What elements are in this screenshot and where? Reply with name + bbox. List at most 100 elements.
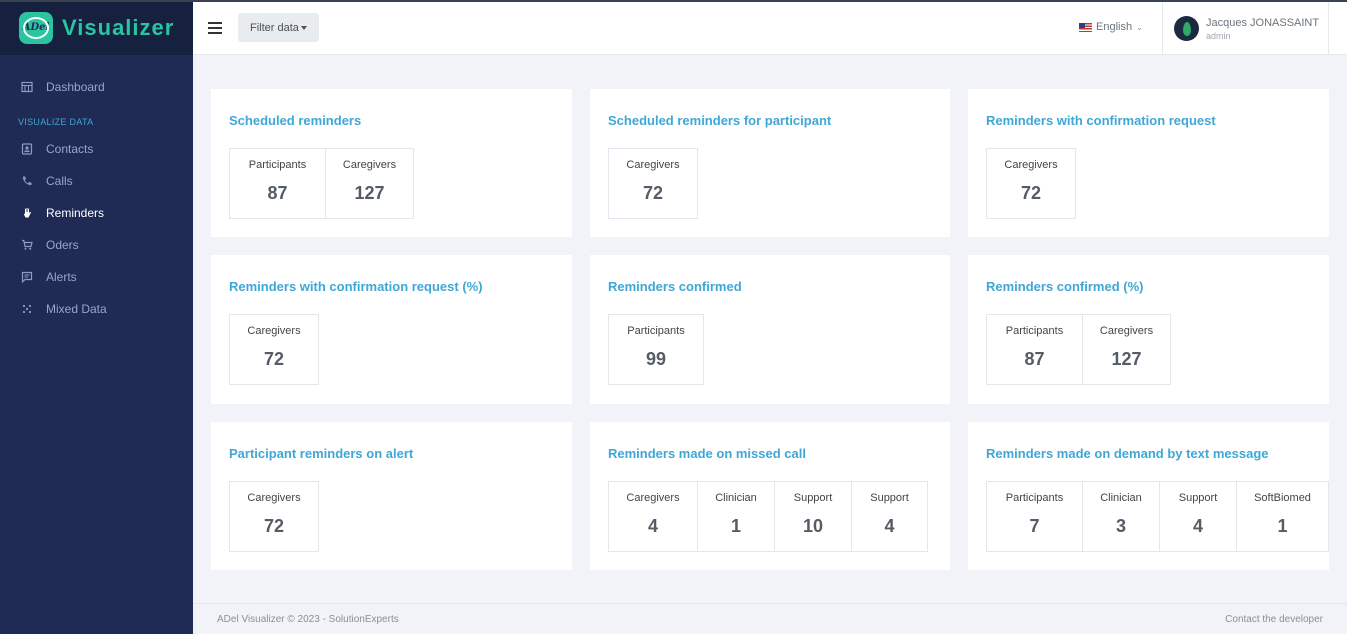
card-reminders-confirmation-request-percent: Reminders with confirmation request (%) … [211,255,572,404]
stat-value: 72 [263,349,285,369]
contact-developer-link[interactable]: Contact the developer [1225,614,1323,625]
stat-label: Caregivers [626,492,680,504]
card-title: Reminders with confirmation request (%) [229,279,483,294]
sidebar-item-mixed-data[interactable]: Mixed Data [0,293,193,325]
sidebar-item-label: Calls [46,174,73,188]
stat-label: Caregivers [626,159,680,171]
stat-cell: Caregivers 72 [609,149,697,218]
app-name: Visualizer [62,14,175,40]
stat-value: 72 [1020,183,1042,203]
stats-group: Caregivers 4 Clinician 1 Support 10 Support… [608,481,928,552]
stats-group: Participants 7 Clinician 3 Support 4 SoftBi… [986,481,1329,552]
language-label: English [1096,21,1133,33]
sidebar-item-calls[interactable]: Calls [0,165,193,197]
card-title: Participant reminders on alert [229,446,414,461]
footer-copyright: ADel Visualizer © 2023 - SolutionExperts [217,614,399,625]
card-reminders-missed-call: Reminders made on missed call Caregivers… [590,422,950,570]
sidebar-section-title: VISUALIZE DATA [18,117,94,127]
language-selector[interactable]: English ⌄ [1079,21,1143,33]
card-title: Reminders made on demand by text message [986,446,1269,461]
hand-icon [21,207,33,219]
sidebar-item-label: Contacts [46,142,94,156]
card-title: Reminders made on missed call [608,446,806,461]
stats-group: Caregivers 72 [986,148,1076,219]
stat-value: 4 [1192,516,1203,536]
stat-cell: Clinician 3 [1082,482,1159,551]
stat-cell: Participants 87 [230,149,325,218]
card-title: Scheduled reminders for participant [608,113,832,128]
cart-icon [21,239,33,251]
stats-group: Participants 99 [608,314,704,385]
app-logo: ADel [19,11,53,44]
card-reminders-text-message: Reminders made on demand by text message… [968,422,1329,570]
us-flag-icon [1079,22,1092,32]
stat-value: 99 [645,349,667,369]
stat-label: Clinician [1100,492,1142,504]
stats-group: Caregivers 72 [229,481,319,552]
card-title: Reminders with confirmation request [986,113,1216,128]
stat-label: Caregivers [247,325,301,337]
caret-down-icon [300,25,307,30]
stat-value: 87 [267,183,288,203]
sidebar-item-oders[interactable]: Oders [0,229,193,261]
avatar [1174,16,1199,41]
stat-cell: Caregivers 4 [609,482,697,551]
filter-data-button[interactable]: Filter data [238,13,319,42]
card-reminders-confirmation-request: Reminders with confirmation request Care… [968,89,1329,237]
user-menu[interactable]: Jacques JONASSAINT admin [1162,2,1329,55]
stat-cell: Support 4 [1159,482,1236,551]
stat-label: Caregivers [1004,159,1058,171]
stat-value: 127 [1111,349,1142,369]
sidebar-item-label: Mixed Data [46,302,107,316]
stat-cell: Caregivers 72 [230,315,318,384]
stat-cell: SoftBiomed 1 [1236,482,1328,551]
stat-cell: Caregivers 72 [987,149,1075,218]
stats-group: Participants 87 Caregivers 127 [986,314,1171,385]
user-name: Jacques JONASSAINT [1206,16,1320,29]
stats-group: Participants 87 Caregivers 127 [229,148,414,219]
stat-value: 10 [802,516,824,536]
stat-label: Participants [1005,325,1064,337]
sidebar: ADel Visualizer Dashboard VISUALIZE DATA… [0,0,193,634]
sidebar-item-reminders[interactable]: Reminders [0,197,193,229]
stat-cell: Caregivers 127 [325,149,413,218]
stat-value: 87 [1024,349,1045,369]
sidebar-item-dashboard[interactable]: Dashboard [0,71,193,103]
contacts-icon [21,143,33,155]
card-scheduled-reminders-participant: Scheduled reminders for participant Care… [590,89,950,237]
stat-label: Support [870,492,909,504]
menu-toggle-icon[interactable] [208,22,222,34]
dashboard-icon [21,81,33,93]
brand[interactable]: ADel Visualizer [0,0,193,55]
card-scheduled-reminders: Scheduled reminders Participants 87 Careg… [211,89,572,237]
stat-cell: Clinician 1 [697,482,774,551]
sidebar-item-contacts[interactable]: Contacts [0,133,193,165]
stat-value: 4 [647,516,658,536]
stat-label: Participants [1005,492,1064,504]
stat-cell: Participants 87 [987,315,1082,384]
stat-label: Caregivers [342,159,397,171]
sidebar-item-alerts[interactable]: Alerts [0,261,193,293]
stat-cell: Participants 7 [987,482,1082,551]
stat-value: 1 [1277,516,1288,536]
stat-cell: Participants 99 [609,315,703,384]
stat-value: 1 [730,516,741,536]
stat-value: 7 [1029,516,1040,536]
window-top-border [0,0,1347,2]
stat-label: SoftBiomed [1254,492,1311,504]
grid-dots-icon [21,303,33,315]
sidebar-item-label: Alerts [46,270,77,284]
stat-label: Caregivers [1099,325,1154,337]
stat-value: 72 [263,516,285,536]
card-title: Scheduled reminders [229,113,362,128]
message-icon [21,271,33,283]
stat-value: 72 [642,183,664,203]
stat-cell: Support 10 [774,482,851,551]
sidebar-item-label: Dashboard [46,80,105,94]
top-header: Filter data English ⌄ Jacques JONASSAINT… [193,2,1347,55]
stat-label: Support [793,492,833,504]
stat-value: 3 [1115,516,1126,536]
stat-value: 4 [884,516,895,536]
stat-label: Caregivers [247,492,301,504]
sidebar-item-label: Reminders [46,206,105,220]
